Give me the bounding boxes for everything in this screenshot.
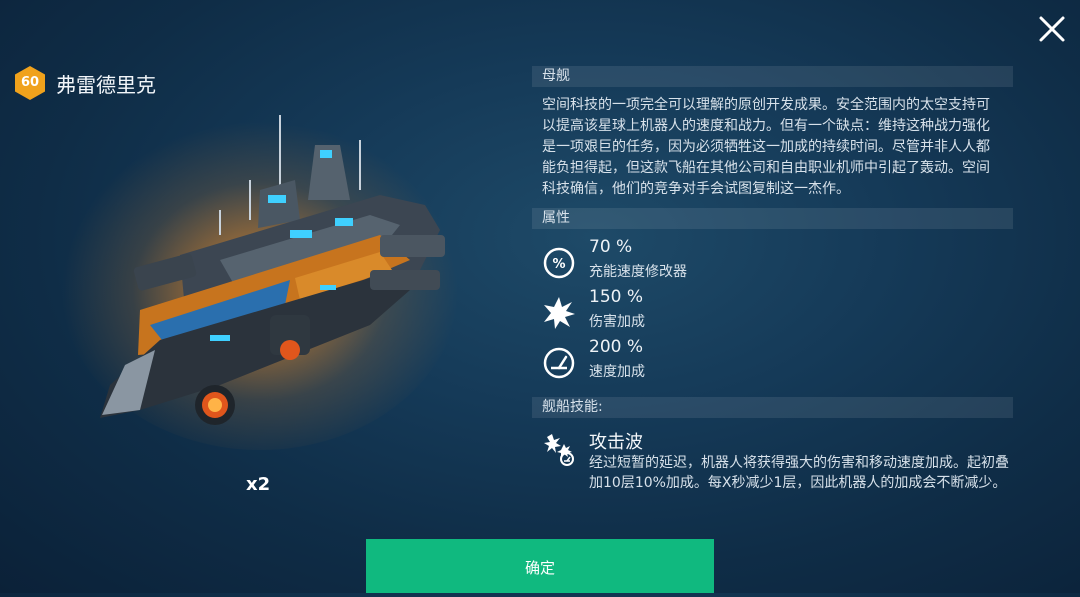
section-header-attributes: 属性	[532, 208, 1013, 229]
ship-name: 弗雷德里克	[56, 73, 156, 97]
skill-item: 攻击波 经过短暂的延迟，机器人将获得强大的伤害和移动速度加成。起初叠加10层10…	[532, 418, 1013, 528]
level-badge: 60	[12, 65, 48, 101]
ship-description: 空间科技的一项完全可以理解的原创开发成果。安全范围内的太空支持可以提高该星球上机…	[542, 97, 990, 197]
burst-icon	[544, 297, 575, 329]
confirm-button[interactable]: 确定	[366, 539, 714, 593]
skill-name: 攻击波	[589, 432, 643, 453]
svg-text:%: %	[552, 257, 565, 272]
attribute-label: 速度加成	[589, 364, 645, 380]
skill-description: 经过短暂的延迟，机器人将获得强大的伤害和移动速度加成。起初叠加10层10%加成。…	[589, 455, 1009, 491]
section-header-mothership: 母舰	[532, 66, 1013, 87]
attribute-item: % 70 % 充能速度修改器	[532, 237, 1013, 287]
close-button[interactable]	[1035, 12, 1069, 46]
attribute-value: 70 %	[589, 237, 633, 257]
attack-wave-icon	[544, 434, 574, 466]
close-icon	[1039, 16, 1065, 42]
attribute-label: 充能速度修改器	[589, 264, 687, 280]
ship-image	[100, 115, 445, 425]
attribute-value: 200 %	[589, 337, 644, 357]
attribute-label: 伤害加成	[589, 314, 645, 330]
ship-count: x2	[246, 474, 271, 495]
ship-level: 60	[20, 75, 40, 90]
attribute-item: 200 % 速度加成	[532, 337, 1013, 387]
attribute-item: 150 % 伤害加成	[532, 287, 1013, 337]
speedometer-icon	[543, 347, 575, 379]
attribute-value: 150 %	[589, 287, 644, 307]
info-panel: 母舰 空间科技的一项完全可以理解的原创开发成果。安全范围内的太空支持可以提高该星…	[532, 66, 1013, 528]
section-header-skill: 舰船技能:	[532, 397, 1013, 418]
percent-icon: %	[543, 247, 575, 279]
